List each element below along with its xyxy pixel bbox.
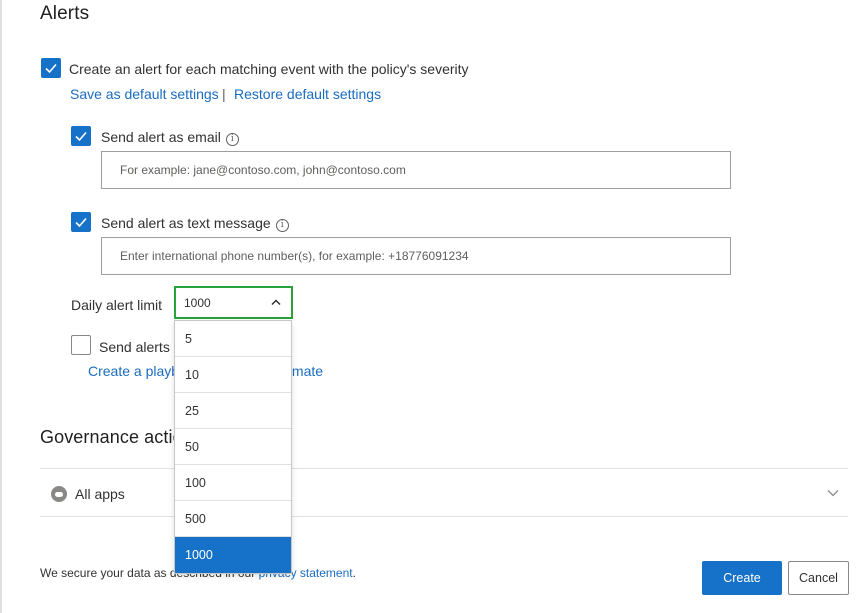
left-border: [0, 0, 2, 613]
daily-limit-label: Daily alert limit: [71, 297, 163, 313]
daily-limit-value: 1000: [184, 296, 211, 310]
phone-placeholder: Enter international phone number(s), for…: [120, 249, 469, 263]
option-500[interactable]: 500: [175, 501, 291, 537]
option-25[interactable]: 25: [175, 393, 291, 429]
divider: [40, 516, 848, 517]
send-text-label: Send alert as text message: [101, 215, 271, 231]
checkmark-icon: [75, 217, 87, 228]
cloud-icon: [51, 486, 67, 502]
option-100[interactable]: 100: [175, 465, 291, 501]
phone-input[interactable]: Enter international phone number(s), for…: [101, 237, 731, 275]
email-placeholder: For example: jane@contoso.com, john@cont…: [120, 163, 406, 177]
create-alert-checkbox[interactable]: [41, 58, 61, 78]
send-alerts-power-automate-checkbox[interactable]: [71, 335, 91, 355]
info-icon[interactable]: i: [225, 133, 239, 146]
send-text-checkbox[interactable]: [71, 212, 91, 232]
send-email-row: Send alert as email i: [101, 129, 239, 146]
daily-limit-dropdown: 5 10 25 50 100 500 1000: [174, 320, 292, 574]
checkmark-icon: [45, 63, 57, 74]
option-5[interactable]: 5: [175, 321, 291, 357]
daily-limit-select[interactable]: 1000: [174, 286, 293, 319]
email-input[interactable]: For example: jane@contoso.com, john@cont…: [101, 151, 731, 189]
option-50[interactable]: 50: [175, 429, 291, 465]
send-email-label: Send alert as email: [101, 129, 221, 145]
cancel-button[interactable]: Cancel: [788, 561, 849, 595]
restore-default-link[interactable]: Restore default settings: [234, 86, 381, 102]
link-separator: |: [222, 86, 226, 102]
all-apps-label: All apps: [75, 486, 125, 502]
chevron-up-icon: [271, 299, 281, 306]
send-text-row: Send alert as text message i: [101, 215, 289, 232]
privacy-notice-end: .: [352, 566, 356, 580]
send-email-checkbox[interactable]: [71, 126, 91, 146]
chevron-down-icon[interactable]: [827, 489, 839, 497]
create-alert-label: Create an alert for each matching event …: [69, 61, 469, 77]
option-1000[interactable]: 1000: [175, 537, 291, 573]
checkmark-icon: [75, 131, 87, 142]
alerts-title: Alerts: [40, 3, 90, 24]
create-button[interactable]: Create: [702, 561, 782, 595]
save-default-link[interactable]: Save as default settings: [70, 86, 219, 102]
info-icon[interactable]: i: [275, 219, 289, 232]
divider: [40, 468, 848, 469]
option-10[interactable]: 10: [175, 357, 291, 393]
